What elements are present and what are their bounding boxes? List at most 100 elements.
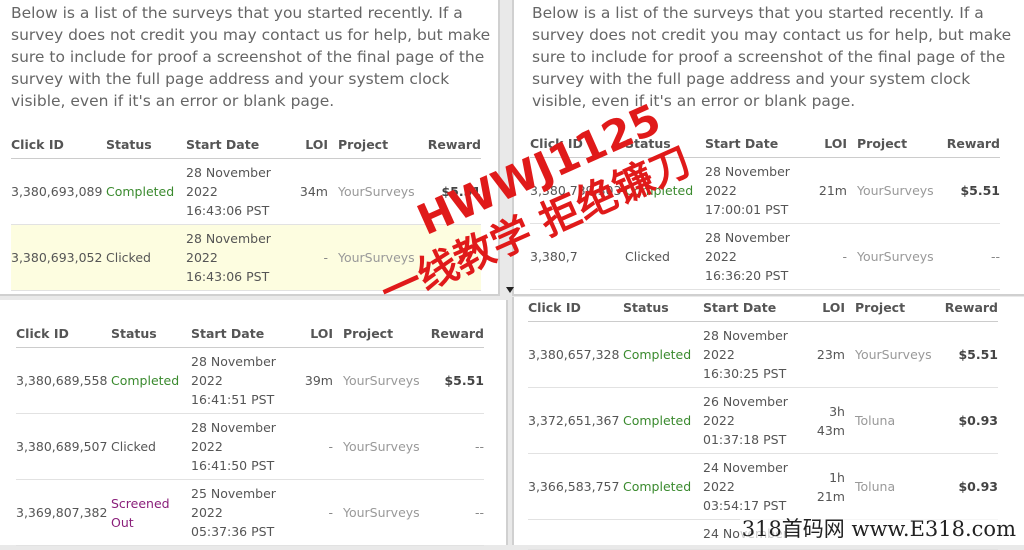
project: YourSurveys — [845, 321, 935, 388]
loi: - — [291, 479, 333, 546]
table-row: 3,380,689,507 Clicked 28 November 2022 16:… — [16, 413, 484, 480]
col-start-date[interactable]: Start Date — [186, 130, 286, 159]
project: YourSurveys — [333, 347, 421, 414]
start-date: 26 November 2022 01:37:18 PST — [703, 387, 803, 454]
project: Toluna — [845, 453, 935, 520]
click-id: 3,372,651,367 — [528, 387, 623, 454]
reward: -- — [937, 223, 1000, 290]
click-id — [528, 519, 623, 550]
col-project[interactable]: Project — [328, 130, 416, 159]
intro-text: Below is a list of the surveys that you … — [532, 4, 1012, 110]
start-date: 24 November 2022 03:54:17 PST — [703, 453, 803, 520]
click-id: 3,380,689,558 — [16, 347, 111, 414]
click-id: 3,369,807,382 — [16, 479, 111, 546]
status-completed: Completed — [106, 158, 186, 225]
col-reward[interactable]: Reward — [935, 293, 998, 322]
reward: $5.51 — [421, 347, 484, 414]
status-clicked: Clicked — [625, 223, 705, 290]
col-reward[interactable]: Reward — [937, 129, 1000, 158]
col-status[interactable]: Status — [111, 319, 191, 348]
status-completed: Completed — [623, 321, 703, 388]
col-click-id[interactable]: Click ID — [528, 293, 623, 322]
status — [623, 519, 703, 550]
start-date: 28 November 2022 16:30:25 PST — [703, 321, 803, 388]
click-id: 3,380,693,052 — [11, 224, 106, 291]
survey-table-top-left: Click ID Status Start Date LOI Project R… — [11, 130, 481, 291]
table-row: 3,380,693,089 Completed 28 November 2022 1… — [11, 158, 481, 225]
survey-table-top-right: Click ID Status Start Date LOI Project R… — [530, 129, 1000, 290]
table-row: 3,366,583,757 Completed 24 November 2022 0… — [528, 453, 998, 520]
start-date: 25 November 2022 05:37:36 PST — [191, 479, 291, 546]
status-clicked: Clicked — [111, 413, 191, 480]
mouse-cursor-icon — [506, 287, 514, 293]
click-id: 3,380,739,303 — [530, 157, 625, 224]
reward: $5.51 — [937, 157, 1000, 224]
project: YourSurveys — [328, 224, 416, 291]
table-row: 3,369,807,382 Screened Out 25 November 202… — [16, 479, 484, 546]
start-date: 28 November 2022 16:36:20 PST — [705, 223, 805, 290]
col-start-date[interactable]: Start Date — [191, 319, 291, 348]
reward: $5.51 — [935, 321, 998, 388]
status-completed: Completed — [111, 347, 191, 414]
col-project[interactable]: Project — [847, 129, 937, 158]
table-row: 3,380,693,052 Clicked 28 November 2022 16:… — [11, 224, 481, 291]
col-start-date[interactable]: Start Date — [705, 129, 805, 158]
loi: 21m — [805, 157, 847, 224]
status-screened-out: Screened Out — [111, 479, 191, 546]
col-loi[interactable]: LOI — [286, 130, 328, 159]
col-reward[interactable]: Reward — [421, 319, 484, 348]
click-id: 3,380,657,328 — [528, 321, 623, 388]
col-loi[interactable]: LOI — [805, 129, 847, 158]
reward: -- — [421, 413, 484, 480]
status-completed: Completed — [623, 453, 703, 520]
col-click-id[interactable]: Click ID — [11, 130, 106, 159]
project: YourSurveys — [333, 413, 421, 480]
project: YourSurveys — [328, 158, 416, 225]
site-watermark: 318首码网 www.E318.com — [739, 513, 1018, 543]
loi: 39m — [291, 347, 333, 414]
start-date: 28 November 2022 16:43:06 PST — [186, 158, 286, 225]
reward — [416, 224, 481, 291]
loi: 3h 43m — [803, 387, 845, 454]
loi: - — [286, 224, 328, 291]
project: YourSurveys — [333, 479, 421, 546]
loi: 1h 21m — [803, 453, 845, 520]
project: YourSurveys — [847, 157, 937, 224]
col-loi[interactable]: LOI — [803, 293, 845, 322]
loi: 34m — [286, 158, 328, 225]
intro-text: Below is a list of the surveys that you … — [11, 4, 491, 110]
col-click-id[interactable]: Click ID — [530, 129, 625, 158]
status-completed: Completed — [623, 387, 703, 454]
status-clicked: Clicked — [106, 224, 186, 291]
loi: - — [291, 413, 333, 480]
table-row: 3,380,689,558 Completed 28 November 2022 1… — [16, 347, 484, 414]
loi: 23m — [803, 321, 845, 388]
project: YourSurveys — [847, 223, 937, 290]
start-date: 28 November 2022 16:43:06 PST — [186, 224, 286, 291]
col-start-date[interactable]: Start Date — [703, 293, 803, 322]
col-status[interactable]: Status — [106, 130, 186, 159]
table-row: 3,372,651,367 Completed 26 November 2022 0… — [528, 387, 998, 454]
survey-table-bottom-right: Click ID Status Start Date LOI Project R… — [528, 293, 998, 550]
start-date: 28 November 2022 16:41:50 PST — [191, 413, 291, 480]
col-project[interactable]: Project — [333, 319, 421, 348]
loi: - — [805, 223, 847, 290]
start-date: 28 November 2022 16:41:51 PST — [191, 347, 291, 414]
col-loi[interactable]: LOI — [291, 319, 333, 348]
project: Toluna — [845, 387, 935, 454]
col-click-id[interactable]: Click ID — [16, 319, 111, 348]
click-id: 3,380,689,507 — [16, 413, 111, 480]
reward: $5.51 — [416, 158, 481, 225]
table-row: 3,380,657,328 Completed 28 November 2022 1… — [528, 321, 998, 388]
col-project[interactable]: Project — [845, 293, 935, 322]
status-completed: Completed — [625, 157, 705, 224]
click-id: 3,366,583,757 — [528, 453, 623, 520]
click-id: 3,380,7 — [530, 223, 625, 290]
table-row: 3,380,739,303 Completed 28 November 2022 1… — [530, 157, 1000, 224]
col-reward[interactable]: Reward — [416, 130, 481, 159]
col-status[interactable]: Status — [625, 129, 705, 158]
reward: $0.93 — [935, 387, 998, 454]
col-status[interactable]: Status — [623, 293, 703, 322]
start-date: 28 November 2022 17:00:01 PST — [705, 157, 805, 224]
survey-table-bottom-left: Click ID Status Start Date LOI Project R… — [16, 319, 484, 546]
